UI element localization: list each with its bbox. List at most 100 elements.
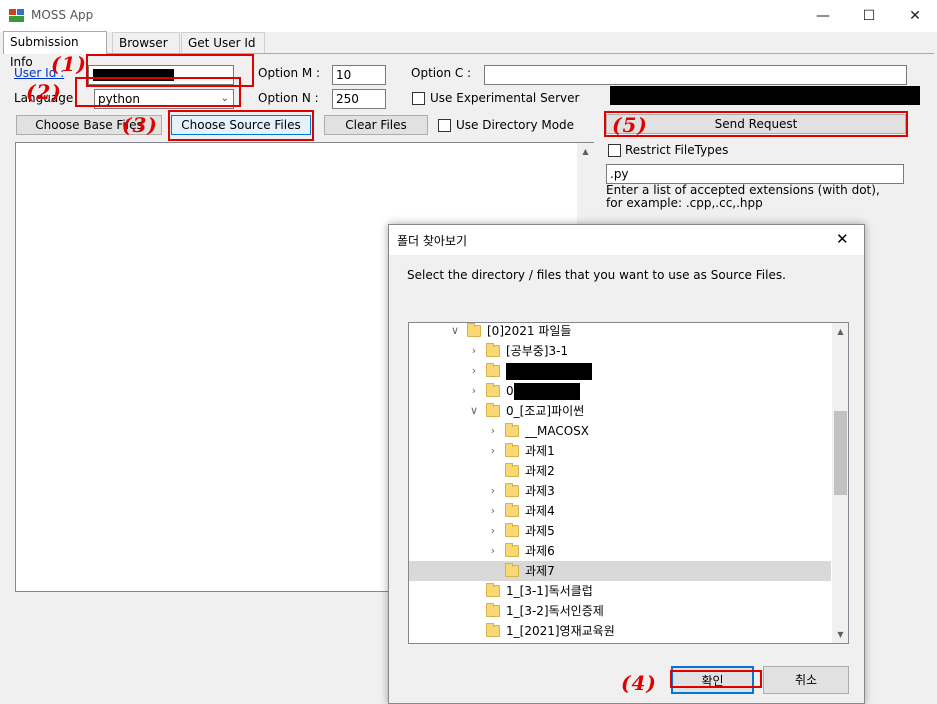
folder-icon bbox=[505, 503, 519, 517]
cancel-button[interactable]: 취소 bbox=[763, 666, 849, 694]
title-bar: MOSS App — ☐ ✕ bbox=[0, 0, 937, 32]
dialog-close-button[interactable]: ✕ bbox=[836, 230, 849, 248]
tree-item[interactable]: 과제7 bbox=[409, 561, 831, 581]
folder-icon bbox=[486, 383, 500, 397]
tree-item[interactable]: 과제2 bbox=[409, 461, 831, 481]
folder-icon bbox=[505, 443, 519, 457]
dialog-title-bar: 폴더 찾아보기 ✕ bbox=[389, 225, 864, 255]
tree-item[interactable]: › bbox=[409, 361, 831, 381]
tree-item[interactable]: › 0 bbox=[409, 381, 831, 401]
tree-item-label: [0]2021 파일들 bbox=[487, 324, 572, 338]
folder-tree[interactable]: ∨ [0]2021 파일들 › [공부중]3-1 › › 0 ∨ 0_[조교]파이썬 › __MAC… bbox=[408, 322, 849, 644]
experimental-label: Use Experimental Server bbox=[430, 91, 580, 105]
annotation-label-2: (2) bbox=[26, 80, 62, 104]
tree-scrollbar[interactable]: ▲ ▼ bbox=[832, 323, 848, 643]
clear-files-button[interactable]: Clear Files bbox=[324, 115, 428, 135]
folder-icon bbox=[505, 523, 519, 537]
app-icon bbox=[9, 9, 25, 23]
tree-item-label: 과제3 bbox=[525, 484, 555, 498]
option-n-field[interactable]: 250 bbox=[332, 89, 386, 109]
dialog-instruction: Select the directory / files that you wa… bbox=[407, 268, 786, 282]
option-m-label: Option M : bbox=[258, 66, 321, 80]
tree-item-label: 과제7 bbox=[525, 564, 555, 578]
annotation-box-5 bbox=[604, 111, 908, 137]
tree-item[interactable]: › 과제4 bbox=[409, 501, 831, 521]
redaction-block bbox=[514, 383, 580, 400]
redaction-block bbox=[610, 86, 920, 105]
annotation-box-4 bbox=[670, 670, 762, 688]
chevron-right-icon[interactable]: › bbox=[468, 361, 480, 381]
tree-item[interactable]: › 과제6 bbox=[409, 541, 831, 561]
directory-mode-label: Use Directory Mode bbox=[456, 118, 575, 132]
experimental-checkbox[interactable] bbox=[412, 92, 425, 105]
chevron-right-icon[interactable]: › bbox=[487, 481, 499, 501]
option-c-field[interactable] bbox=[484, 65, 907, 85]
tree-item[interactable]: › [공부중]3-1 bbox=[409, 341, 831, 361]
tree-item-label: 과제6 bbox=[525, 544, 555, 558]
annotation-label-5: (5) bbox=[612, 113, 648, 137]
window-title: MOSS App bbox=[31, 8, 94, 22]
tree-item-label: 1_[3-2]독서인증제 bbox=[506, 604, 604, 618]
tree-item[interactable]: 1_[3-2]독서인증제 bbox=[409, 601, 831, 621]
restrict-filetypes-label: Restrict FileTypes bbox=[625, 143, 729, 157]
folder-icon bbox=[486, 343, 500, 357]
tree-item-label: 과제1 bbox=[525, 444, 555, 458]
annotation-box-3 bbox=[168, 110, 314, 141]
chevron-right-icon[interactable]: › bbox=[487, 441, 499, 461]
folder-icon bbox=[505, 463, 519, 477]
folder-browser-dialog: 폴더 찾아보기 ✕ Select the directory / files t… bbox=[388, 224, 865, 704]
tree-item-label: 0 bbox=[506, 384, 514, 398]
folder-icon bbox=[467, 323, 481, 337]
chevron-right-icon[interactable]: › bbox=[487, 421, 499, 441]
tree-item-label: 과제5 bbox=[525, 524, 555, 538]
tree-item[interactable]: ∨ 0_[조교]파이썬 bbox=[409, 401, 831, 421]
folder-icon bbox=[486, 583, 500, 597]
tab-browser[interactable]: Browser bbox=[112, 32, 180, 53]
annotation-label-3: (3) bbox=[122, 113, 158, 137]
tree-item[interactable]: 1_[2021]영재교육원 bbox=[409, 621, 831, 641]
tree-item-label: __MACOSX bbox=[525, 424, 590, 438]
folder-icon bbox=[486, 363, 500, 377]
tree-item-label: [공부중]3-1 bbox=[506, 344, 569, 358]
tree-item[interactable]: 1_[3-1]독서클럽 bbox=[409, 581, 831, 601]
tab-get-user-id[interactable]: Get User Id bbox=[181, 32, 265, 53]
tree-item-label: 과제2 bbox=[525, 464, 555, 478]
close-button[interactable]: ✕ bbox=[892, 0, 937, 32]
folder-icon bbox=[505, 543, 519, 557]
folder-icon bbox=[486, 403, 500, 417]
chevron-right-icon[interactable]: › bbox=[468, 341, 480, 361]
option-m-field[interactable]: 10 bbox=[332, 65, 386, 85]
tab-submission-info[interactable]: Submission Info bbox=[3, 31, 107, 69]
scroll-down-icon[interactable]: ▼ bbox=[832, 626, 848, 643]
tree-item[interactable]: ∨ [0]2021 파일들 bbox=[409, 323, 831, 341]
maximize-button[interactable]: ☐ bbox=[846, 0, 892, 32]
tree-item-label: 1_[2021]영재교육원 bbox=[506, 624, 615, 638]
scroll-up-icon[interactable]: ▲ bbox=[577, 143, 594, 160]
scroll-up-icon[interactable]: ▲ bbox=[832, 323, 848, 340]
option-n-label: Option N : bbox=[258, 91, 319, 105]
tree-item[interactable]: › 과제5 bbox=[409, 521, 831, 541]
tree-item[interactable]: › 과제3 bbox=[409, 481, 831, 501]
folder-icon bbox=[505, 423, 519, 437]
tree-item[interactable]: › 과제1 bbox=[409, 441, 831, 461]
folder-icon bbox=[486, 603, 500, 617]
tree-item[interactable]: › __MACOSX bbox=[409, 421, 831, 441]
minimize-button[interactable]: — bbox=[800, 0, 846, 32]
annotation-label-1: (1) bbox=[51, 52, 87, 76]
folder-icon bbox=[486, 623, 500, 637]
tree-item-label: 과제4 bbox=[525, 504, 555, 518]
chevron-right-icon[interactable]: › bbox=[468, 381, 480, 401]
scroll-thumb[interactable] bbox=[834, 411, 847, 495]
folder-icon bbox=[505, 483, 519, 497]
chevron-right-icon[interactable]: › bbox=[487, 501, 499, 521]
annotation-box-2 bbox=[75, 77, 241, 107]
chevron-down-icon[interactable]: ∨ bbox=[468, 401, 480, 421]
directory-mode-checkbox[interactable] bbox=[438, 119, 451, 132]
chevron-right-icon[interactable]: › bbox=[487, 521, 499, 541]
extensions-field[interactable]: .py bbox=[606, 164, 904, 184]
tree-item-label: 1_[3-1]독서클럽 bbox=[506, 584, 593, 598]
tree-item-label: 0_[조교]파이썬 bbox=[506, 404, 585, 418]
chevron-right-icon[interactable]: › bbox=[487, 541, 499, 561]
restrict-filetypes-checkbox[interactable] bbox=[608, 144, 621, 157]
chevron-down-icon[interactable]: ∨ bbox=[449, 323, 461, 341]
